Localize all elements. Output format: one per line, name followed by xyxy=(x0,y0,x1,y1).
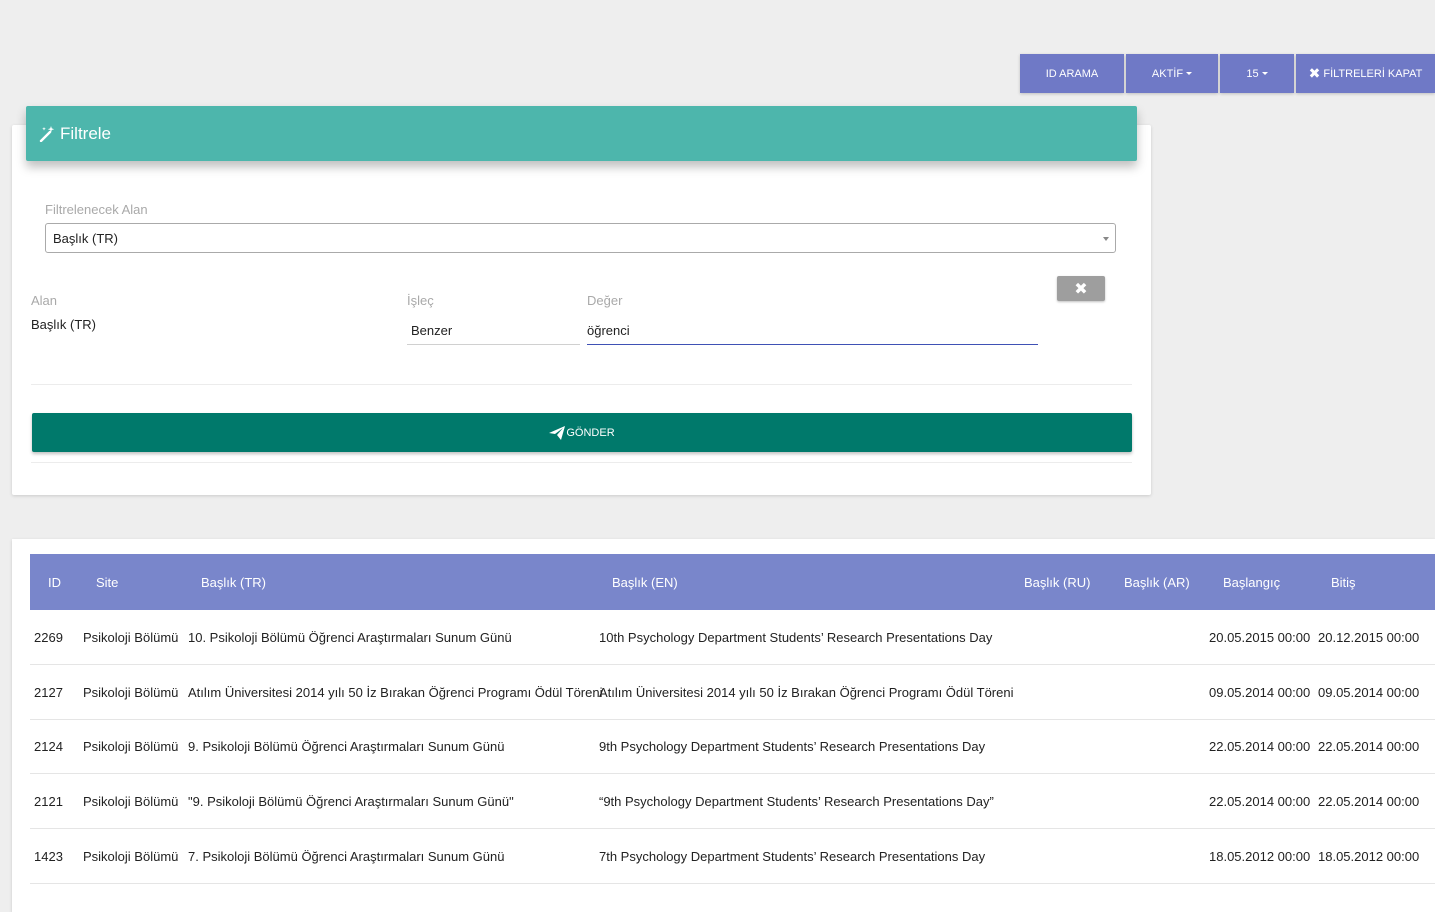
cell-start: 09.05.2014 00:00 xyxy=(1209,685,1311,700)
filter-field-select[interactable]: Başlık (TR) xyxy=(45,223,1116,253)
page-size-label: 15 xyxy=(1246,67,1259,80)
submit-label: GÖNDER xyxy=(566,426,615,439)
table-row[interactable]: 2124 Psikoloji Bölümü 9. Psikoloji Bölüm… xyxy=(30,719,1435,774)
cell-title-en: “9th Psychology Department Students’ Res… xyxy=(599,794,994,809)
alan-column-label: Alan xyxy=(31,293,58,308)
id-search-button[interactable]: ID ARAMA xyxy=(1020,54,1124,93)
filter-title: Filtrele xyxy=(60,123,112,143)
page-size-dropdown-button[interactable]: 15 xyxy=(1220,54,1294,93)
cell-id: 2127 xyxy=(34,685,63,700)
table-header: ID Site Başlık (TR) Başlık (EN) Başlık (… xyxy=(30,554,1435,610)
cell-start: 20.05.2015 00:00 xyxy=(1209,630,1311,645)
operator-column-label: İşleç xyxy=(407,293,434,308)
cell-site: Psikoloji Bölümü xyxy=(83,849,179,864)
cell-site: Psikoloji Bölümü xyxy=(83,630,179,645)
cell-title-en: 7th Psychology Department Students’ Rese… xyxy=(599,849,986,864)
paper-plane-icon xyxy=(549,425,566,440)
cell-id: 1423 xyxy=(34,849,63,864)
cell-title-tr: 9. Psikoloji Bölümü Öğrenci Araştırmalar… xyxy=(188,739,505,754)
dropdown-arrow-icon xyxy=(1103,237,1109,241)
header-start[interactable]: Başlangıç xyxy=(1223,575,1280,590)
caret-down-icon xyxy=(1186,72,1193,75)
operator-input[interactable] xyxy=(407,323,580,345)
divider xyxy=(31,462,1132,463)
cell-end: 20.12.2015 00:00 xyxy=(1318,630,1420,645)
filter-field-label: Filtrelenecek Alan xyxy=(45,202,148,217)
filter-row-field: Başlık (TR) xyxy=(31,317,96,332)
close-icon: ✖ xyxy=(1074,280,1088,298)
cell-title-en: 9th Psychology Department Students’ Rese… xyxy=(599,739,986,754)
header-end[interactable]: Bitiş xyxy=(1331,575,1356,590)
cell-id: 2121 xyxy=(34,794,63,809)
header-title-tr[interactable]: Başlık (TR) xyxy=(201,575,266,590)
cell-end: 09.05.2014 00:00 xyxy=(1318,685,1420,700)
value-input[interactable] xyxy=(587,323,1038,345)
cell-site: Psikoloji Bölümü xyxy=(83,794,179,809)
divider xyxy=(31,384,1132,385)
cell-start: 18.05.2012 00:00 xyxy=(1209,849,1311,864)
table-row[interactable]: 2121 Psikoloji Bölümü "9. Psikoloji Bölü… xyxy=(30,774,1435,829)
header-title-en[interactable]: Başlık (EN) xyxy=(612,575,678,590)
submit-button[interactable]: GÖNDER xyxy=(32,413,1132,452)
cell-end: 22.05.2014 00:00 xyxy=(1318,794,1420,809)
cell-end: 22.05.2014 00:00 xyxy=(1318,739,1420,754)
table-row[interactable]: 2269 Psikoloji Bölümü 10. Psikoloji Bölü… xyxy=(30,610,1435,665)
cell-site: Psikoloji Bölümü xyxy=(83,739,179,754)
cell-title-en: 10th Psychology Department Students’ Res… xyxy=(599,630,993,645)
value-column-label: Değer xyxy=(587,293,623,308)
close-icon: ✖ xyxy=(1308,65,1321,81)
cell-id: 2124 xyxy=(34,739,63,754)
cell-end: 18.05.2012 00:00 xyxy=(1318,849,1420,864)
id-search-label: ID ARAMA xyxy=(1045,67,1099,80)
active-label: AKTİF xyxy=(1151,67,1184,80)
cell-site: Psikoloji Bölümü xyxy=(83,685,179,700)
close-filters-label: FİLTRELERİ KAPAT xyxy=(1323,67,1423,80)
cell-title-tr: 7. Psikoloji Bölümü Öğrenci Araştırmalar… xyxy=(188,849,505,864)
magic-wand-icon xyxy=(39,125,55,142)
header-site[interactable]: Site xyxy=(96,575,118,590)
active-dropdown-button[interactable]: AKTİF xyxy=(1126,54,1218,93)
close-filters-button[interactable]: ✖ FİLTRELERİ KAPAT xyxy=(1296,54,1435,93)
cell-start: 22.05.2014 00:00 xyxy=(1209,739,1311,754)
filter-field-value: Başlık (TR) xyxy=(53,230,118,246)
caret-down-icon xyxy=(1261,72,1268,75)
top-toolbar: ID ARAMA AKTİF 15 ✖ FİLTRELERİ KAPAT xyxy=(1020,54,1435,93)
cell-title-tr: "9. Psikoloji Bölümü Öğrenci Araştırmala… xyxy=(188,794,514,809)
remove-filter-button[interactable]: ✖ xyxy=(1057,276,1105,301)
cell-start: 22.05.2014 00:00 xyxy=(1209,794,1311,809)
table-row[interactable]: 1423 Psikoloji Bölümü 7. Psikoloji Bölüm… xyxy=(30,829,1435,884)
filter-header: Filtrele xyxy=(26,106,1137,161)
cell-id: 2269 xyxy=(34,630,63,645)
header-title-ru[interactable]: Başlık (RU) xyxy=(1024,575,1090,590)
header-title-ar[interactable]: Başlık (AR) xyxy=(1124,575,1190,590)
header-id[interactable]: ID xyxy=(48,575,61,590)
cell-title-tr: Atılım Üniversitesi 2014 yılı 50 İz Bıra… xyxy=(188,685,603,700)
cell-title-tr: 10. Psikoloji Bölümü Öğrenci Araştırmala… xyxy=(188,630,512,645)
table-row[interactable]: 2127 Psikoloji Bölümü Atılım Üniversites… xyxy=(30,665,1435,720)
cell-title-en: Atılım Üniversitesi 2014 yılı 50 İz Bıra… xyxy=(599,685,1014,700)
